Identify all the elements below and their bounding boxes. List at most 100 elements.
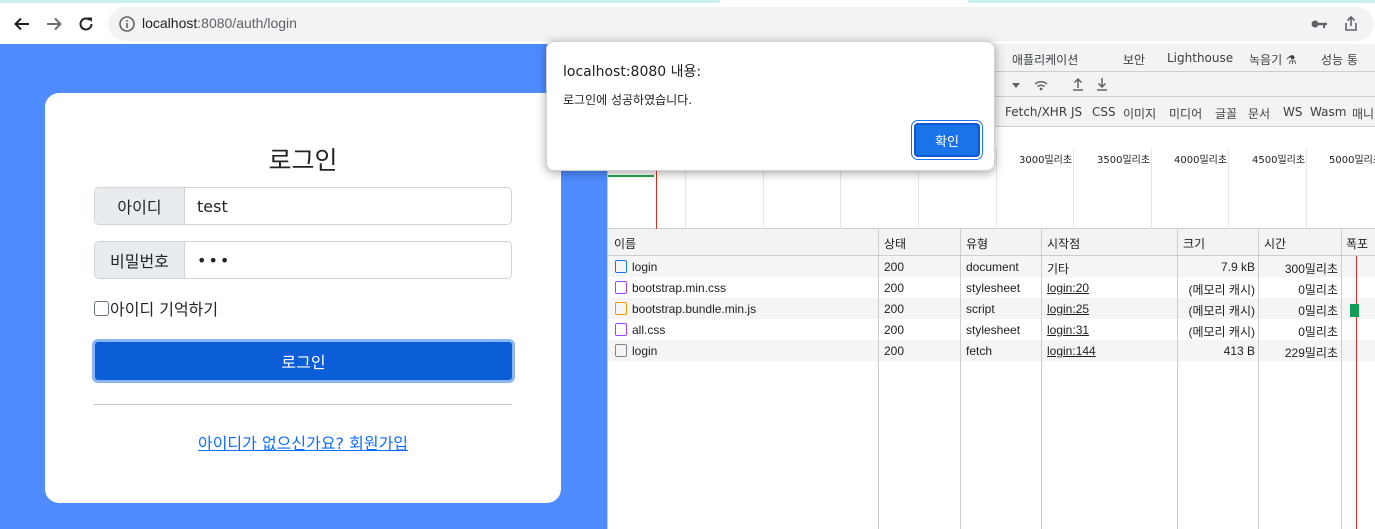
row-initiator[interactable]: login:144 (1047, 344, 1096, 358)
row-time: 0밀리초 (1298, 325, 1338, 339)
row-time: 0밀리초 (1298, 283, 1338, 297)
table-row[interactable]: all.css 200 stylesheet login:31 (메모리 캐시) 0밀리초 (608, 319, 1375, 340)
row-status: 200 (884, 344, 905, 358)
row-time: 0밀리초 (1298, 304, 1338, 318)
page-title: 로그인 (268, 146, 338, 175)
row-type: script (966, 302, 995, 316)
url-path: :8080/auth/login (197, 15, 297, 31)
row-time: 300밀리초 (1284, 262, 1338, 276)
password-input[interactable] (185, 242, 511, 278)
column-divider (1177, 229, 1178, 529)
filter-wasm[interactable]: Wasm (1310, 105, 1346, 119)
signup-link[interactable]: 아이디가 없으신가요? 회원가입 (45, 430, 561, 454)
tab-application[interactable]: 애플리케이션 (1012, 51, 1078, 68)
row-status: 200 (884, 260, 905, 274)
filter-js[interactable]: JS (1071, 105, 1082, 119)
alert-dialog: localhost:8080 내용: 로그인에 성공하였습니다. 확인 (546, 41, 995, 171)
key-icon[interactable] (1310, 16, 1328, 32)
timeline-label: 4500밀리초 (1252, 155, 1306, 166)
column-initiator[interactable]: 시작점 (1047, 235, 1080, 252)
arrow-right-icon (47, 17, 62, 31)
column-time[interactable]: 시간 (1264, 235, 1286, 252)
divider (94, 404, 512, 405)
filter-img[interactable]: 이미지 (1123, 105, 1156, 122)
grid-line (1306, 149, 1307, 229)
username-group: 아이디 (94, 187, 512, 225)
back-button[interactable] (10, 12, 34, 36)
address-url: localhost:8080/auth/login (142, 15, 297, 31)
tab-security[interactable]: 보안 (1123, 51, 1145, 68)
filter-font[interactable]: 글꼴 (1215, 105, 1237, 122)
stylesheet-icon (615, 323, 627, 336)
site-info-icon[interactable] (118, 15, 136, 33)
address-bar[interactable]: localhost:8080/auth/login (108, 7, 1374, 41)
filter-media[interactable]: 미디어 (1169, 105, 1202, 122)
row-initiator[interactable]: login:31 (1047, 323, 1089, 337)
row-name: login (632, 344, 658, 358)
forward-button[interactable] (42, 12, 66, 36)
row-name: login (632, 260, 658, 274)
username-input[interactable] (185, 188, 511, 224)
tab-strip-highlight (968, 0, 1375, 3)
filter-doc[interactable]: 문서 (1248, 105, 1270, 122)
remember-me[interactable]: 아이디 기억하기 (94, 296, 218, 320)
chevron-down-icon[interactable] (1008, 77, 1024, 93)
table-row[interactable]: login 200 document 기타 7.9 kB 300밀리초 (608, 256, 1375, 277)
table-row[interactable]: bootstrap.min.css 200 stylesheet login:20 (메… (608, 277, 1375, 298)
row-type: stylesheet (966, 281, 1021, 295)
row-type: document (966, 260, 1019, 274)
row-name: bootstrap.bundle.min.js (632, 302, 757, 316)
share-icon[interactable] (1342, 15, 1360, 33)
row-time: 229밀리초 (1284, 346, 1338, 360)
grid-line (1228, 149, 1229, 229)
tab-recorder[interactable]: 녹음기 ⚗ (1249, 51, 1297, 68)
column-divider (1041, 229, 1042, 529)
timeline-bar (608, 175, 654, 177)
grid-line (996, 149, 997, 229)
download-icon[interactable] (1094, 76, 1110, 92)
reload-icon (79, 17, 93, 31)
row-initiator[interactable]: login:20 (1047, 281, 1089, 295)
arrow-left-icon (14, 17, 29, 31)
password-label: 비밀번호 (95, 242, 185, 278)
column-size[interactable]: 크기 (1183, 235, 1205, 252)
tab-performance[interactable]: 성능 통 (1321, 51, 1358, 68)
dialog-title: localhost:8080 내용: (563, 64, 702, 80)
fetch-icon (615, 344, 627, 357)
ok-button[interactable]: 확인 (914, 123, 980, 157)
table-header: 이름 상태 유형 시작점 크기 시간 폭포 (608, 229, 1375, 256)
column-name[interactable]: 이름 (614, 235, 636, 252)
network-table: 이름 상태 유형 시작점 크기 시간 폭포 login 200 document 기타… (608, 229, 1375, 529)
upload-icon[interactable] (1070, 76, 1086, 92)
row-size: (메모리 캐시) (1188, 304, 1255, 318)
column-waterfall[interactable]: 폭포 (1346, 235, 1368, 252)
browser-toolbar: localhost:8080/auth/login (0, 4, 1375, 44)
remember-checkbox[interactable] (94, 300, 109, 316)
row-size: (메모리 캐시) (1188, 325, 1255, 339)
filter-ws[interactable]: WS (1283, 105, 1302, 119)
login-button[interactable]: 로그인 (92, 339, 515, 383)
reload-button[interactable] (74, 12, 98, 36)
tab-lighthouse[interactable]: Lighthouse (1167, 51, 1233, 65)
row-size: (메모리 캐시) (1188, 283, 1255, 297)
table-row[interactable]: bootstrap.bundle.min.js 200 script login:25… (608, 298, 1375, 319)
wifi-icon[interactable] (1033, 77, 1049, 93)
column-type[interactable]: 유형 (966, 235, 988, 252)
filter-fetch-xhr[interactable]: Fetch/XHR (1005, 105, 1067, 119)
column-divider (1341, 229, 1342, 529)
stylesheet-icon (615, 281, 627, 294)
timeline-label: 3500밀리초 (1097, 155, 1151, 166)
filter-manifest[interactable]: 매니 (1352, 105, 1374, 122)
column-status[interactable]: 상태 (884, 235, 906, 252)
filter-css[interactable]: CSS (1092, 105, 1116, 119)
remember-label: 아이디 기억하기 (110, 300, 219, 319)
dialog-message: 로그인에 성공하였습니다. (563, 93, 693, 107)
url-host: localhost (142, 15, 198, 31)
table-row[interactable]: login 200 fetch login:144 413 B 229밀리초 (608, 340, 1375, 361)
row-status: 200 (884, 302, 905, 316)
login-card: 로그인 아이디 비밀번호 아이디 기억하기 로그인 아이디가 없으신가요? 회원… (45, 93, 561, 503)
row-initiator[interactable]: login:25 (1047, 302, 1089, 316)
password-group: 비밀번호 (94, 241, 512, 279)
row-name: bootstrap.min.css (632, 281, 727, 295)
column-divider (960, 229, 961, 529)
